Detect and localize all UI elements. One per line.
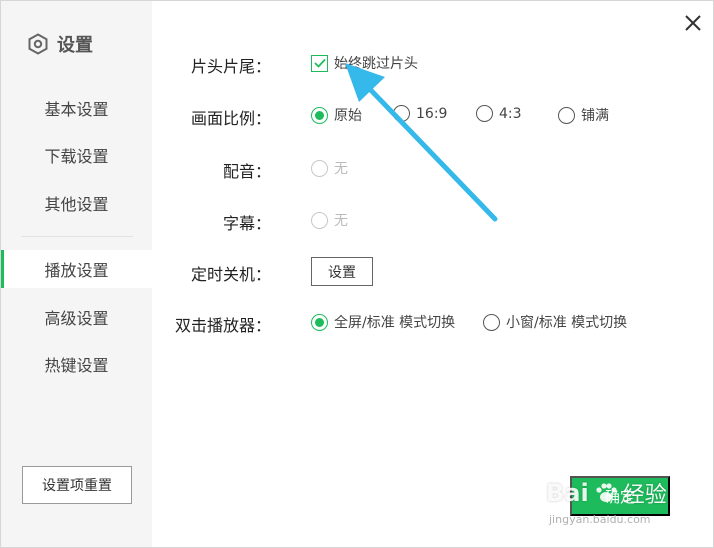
timer-settings-button[interactable]: 设置	[311, 257, 373, 286]
aspect-original-text: 原始	[334, 108, 362, 124]
aspect-original-option[interactable]: 原始	[311, 105, 362, 125]
dblclick-mini-text: 小窗/标准 模式切换	[506, 315, 628, 331]
subtitle-none-option: 无	[311, 210, 348, 230]
skip-intro-option[interactable]: 始终跳过片头	[311, 53, 418, 73]
aspect-16-9-radio[interactable]	[393, 105, 410, 122]
audio-none-option: 无	[311, 158, 348, 178]
sidebar-item-other[interactable]: 其他设置	[1, 184, 152, 222]
dblclick-mini-radio[interactable]	[483, 313, 500, 331]
sidebar-divider	[21, 236, 133, 237]
settings-hexagon-icon	[28, 33, 48, 55]
sidebar-item-basic[interactable]: 基本设置	[1, 89, 152, 127]
aspect-4-3-text: 4:3	[499, 105, 522, 122]
audio-none-radio	[311, 159, 328, 177]
aspect-ratio-label: 画面比例：	[190, 109, 271, 128]
sidebar-title-text: 设置	[57, 35, 93, 56]
dblclick-fullscreen-text: 全屏/标准 模式切换	[334, 315, 456, 331]
sidebar-item-playback[interactable]: 播放设置	[1, 250, 152, 288]
sidebar-item-hotkey[interactable]: 热键设置	[1, 345, 152, 383]
aspect-original-radio[interactable]	[311, 106, 328, 124]
check-icon	[313, 58, 326, 68]
double-click-label: 双击播放器：	[174, 316, 271, 335]
audio-label: 配音：	[222, 162, 271, 181]
timer-label: 定时关机：	[190, 265, 271, 284]
reset-settings-button[interactable]: 设置项重置	[22, 466, 132, 504]
skip-intro-checkbox[interactable]	[311, 54, 328, 72]
aspect-4-3-option[interactable]: 4:3	[476, 105, 522, 122]
aspect-4-3-radio[interactable]	[476, 105, 493, 122]
subtitle-none-radio	[311, 211, 328, 229]
aspect-16-9-option[interactable]: 16:9	[393, 105, 447, 122]
intro-outro-label: 片头片尾：	[190, 57, 271, 76]
skip-intro-text: 始终跳过片头	[334, 56, 418, 72]
dblclick-fullscreen-radio[interactable]	[311, 313, 328, 331]
settings-window: 设置 基本设置 下载设置 其他设置 播放设置 高级设置 热键设置 设置项重置 片…	[0, 0, 714, 548]
aspect-fill-radio[interactable]	[558, 106, 575, 124]
sidebar-item-advanced[interactable]: 高级设置	[1, 298, 152, 336]
dblclick-mini-option[interactable]: 小窗/标准 模式切换	[483, 312, 627, 332]
subtitle-label: 字幕：	[222, 214, 271, 233]
aspect-fill-text: 铺满	[581, 108, 609, 124]
close-icon[interactable]	[681, 11, 705, 35]
confirm-button[interactable]: 确定	[570, 476, 670, 516]
sidebar-item-download[interactable]: 下载设置	[1, 136, 152, 174]
sidebar-title: 设置	[27, 31, 93, 57]
subtitle-none-text: 无	[334, 213, 348, 229]
audio-none-text: 无	[334, 161, 348, 177]
aspect-16-9-text: 16:9	[416, 105, 448, 122]
aspect-fill-option[interactable]: 铺满	[558, 105, 609, 125]
dblclick-fullscreen-option[interactable]: 全屏/标准 模式切换	[311, 312, 455, 332]
sidebar: 设置 基本设置 下载设置 其他设置 播放设置 高级设置 热键设置 设置项重置	[1, 1, 152, 547]
